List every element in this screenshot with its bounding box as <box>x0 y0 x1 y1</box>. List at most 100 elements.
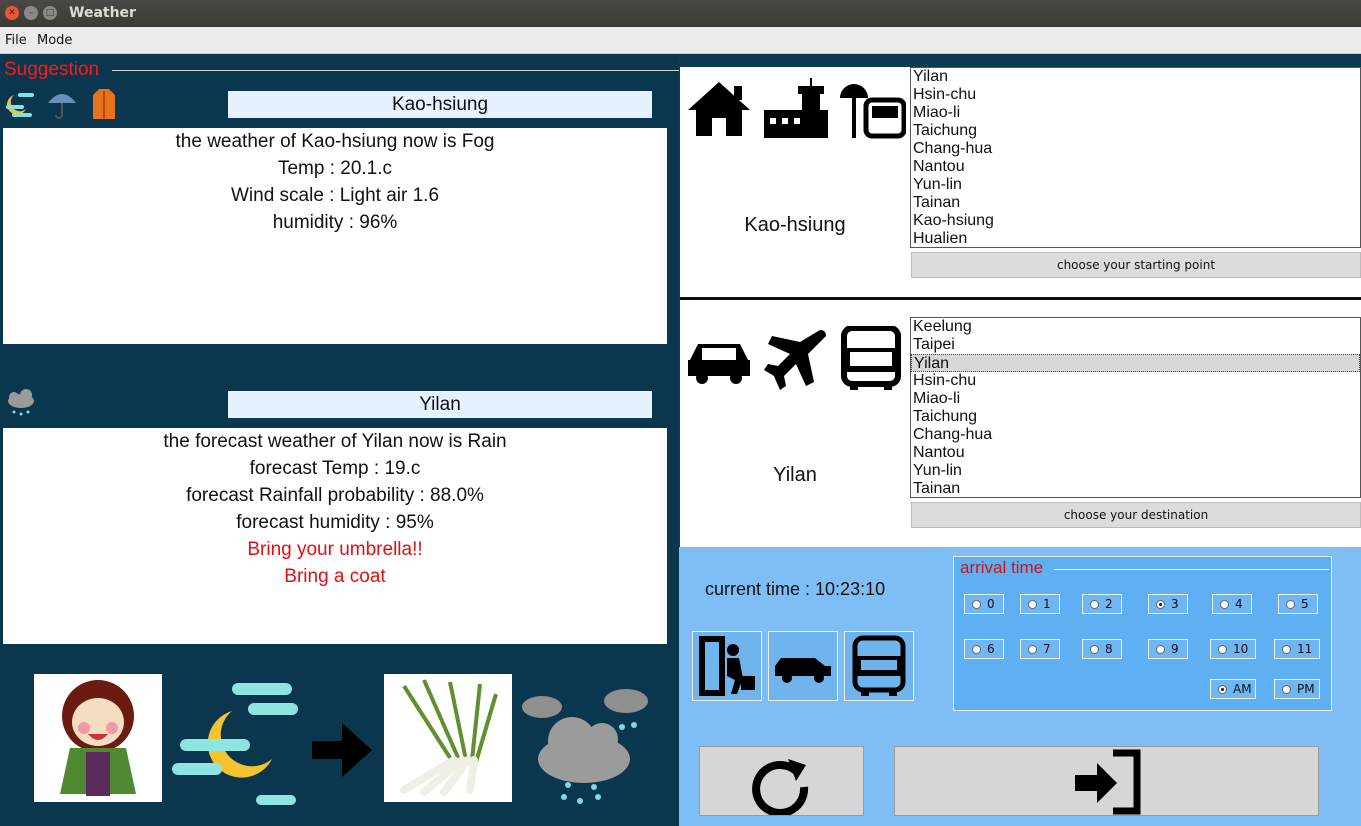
radio-dot-checked <box>1156 600 1165 609</box>
car-icon <box>775 658 831 683</box>
character-picture <box>34 674 162 802</box>
advice-umbrella: Bring your umbrella!! <box>247 539 423 560</box>
hour-radio-6[interactable]: 6 <box>964 639 1004 659</box>
rain-cloud-icon <box>8 389 34 416</box>
weather-line: the weather of Kao-hsiung now is Fog <box>175 131 495 152</box>
scallion-picture <box>384 674 512 802</box>
list-item[interactable]: Tainan <box>911 480 1360 498</box>
list-item[interactable]: Chang-hua <box>911 140 1360 158</box>
radio-dot <box>1028 600 1037 609</box>
radio-label: 9 <box>1171 642 1179 656</box>
current-city-header: Kao-hsiung <box>228 91 652 118</box>
list-item[interactable]: Taichung <box>911 408 1360 426</box>
radio-label: 8 <box>1105 642 1113 656</box>
umbrella-icon <box>48 94 76 119</box>
start-city-label: Kao-hsiung <box>744 214 846 236</box>
car-mode-button[interactable] <box>768 631 838 701</box>
forecast-city-header: Yilan <box>228 391 652 418</box>
list-item[interactable]: Miao-li <box>911 390 1360 408</box>
list-item[interactable]: Yilan <box>911 68 1360 86</box>
car-icon <box>688 344 750 384</box>
list-item[interactable]: Yun-lin <box>911 176 1360 194</box>
radio-dot <box>972 600 981 609</box>
menu-mode[interactable]: Mode <box>37 33 72 48</box>
forecast-line: forecast Rainfall probability : 88.0% <box>186 485 484 506</box>
list-item[interactable]: Hualien <box>911 230 1360 248</box>
radio-label: AM <box>1233 682 1252 696</box>
minimize-window-button[interactable]: – <box>24 6 38 20</box>
rain-cloud-picture <box>522 689 648 804</box>
hour-radio-8[interactable]: 8 <box>1082 639 1122 659</box>
list-item[interactable]: Kao-hsiung <box>911 212 1360 230</box>
list-item[interactable]: Hsin-chu <box>911 86 1360 104</box>
submit-button[interactable] <box>894 746 1319 816</box>
destination-city-list[interactable]: Keelung Taipei Yilan Hsin-chu Miao-li Ta… <box>910 317 1361 498</box>
divider <box>112 70 679 71</box>
hour-radio-2[interactable]: 2 <box>1082 594 1122 614</box>
hour-radio-5[interactable]: 5 <box>1278 594 1318 614</box>
list-item-selected[interactable]: Yilan <box>911 354 1360 372</box>
suggestion-label: Suggestion <box>4 59 100 80</box>
arrow-right-icon <box>312 723 372 777</box>
hour-radio-3[interactable]: 3 <box>1148 594 1188 614</box>
menu-file[interactable]: File <box>5 33 27 48</box>
am-radio[interactable]: AM <box>1210 679 1256 699</box>
night-fog-icon <box>6 93 34 117</box>
choose-start-button[interactable]: choose your starting point <box>911 252 1361 278</box>
radio-label: 1 <box>1043 597 1051 611</box>
start-city-list[interactable]: Yilan Hsin-chu Miao-li Taichung Chang-hu… <box>910 67 1361 248</box>
radio-dot <box>1282 685 1291 694</box>
radio-dot <box>1286 600 1295 609</box>
divider <box>1054 569 1329 570</box>
hour-radio-1[interactable]: 1 <box>1020 594 1060 614</box>
airport-icon <box>764 78 828 138</box>
hour-radio-11[interactable]: 11 <box>1274 639 1320 659</box>
list-item[interactable]: Taichung <box>911 122 1360 140</box>
hour-radio-9[interactable]: 9 <box>1148 639 1188 659</box>
bus-mode-button[interactable] <box>844 631 914 701</box>
close-window-button[interactable]: ✕ <box>5 6 19 20</box>
radio-label: 0 <box>987 597 995 611</box>
list-item[interactable]: Taipei <box>911 336 1360 354</box>
walk-mode-button[interactable] <box>692 631 762 701</box>
radio-label: 2 <box>1105 597 1113 611</box>
arrival-time-title: arrival time <box>960 558 1044 577</box>
hour-radio-4[interactable]: 4 <box>1212 594 1252 614</box>
destination-city-label: Yilan <box>773 464 817 486</box>
suggestion-panel: Suggestion Kao-hsiung the weather of Kao… <box>0 55 679 826</box>
current-time: current time : 10:23:10 <box>705 579 886 599</box>
radio-label: 6 <box>987 642 995 656</box>
list-item[interactable]: Hsin-chu <box>911 372 1360 390</box>
radio-dot <box>1090 600 1099 609</box>
list-item[interactable]: Tainan <box>911 194 1360 212</box>
list-item[interactable]: Nantou <box>911 444 1360 462</box>
forecast-line: forecast Temp : 19.c <box>249 458 421 479</box>
choose-destination-button[interactable]: choose your destination <box>911 502 1361 528</box>
bus-icon <box>841 326 901 390</box>
list-item[interactable]: Keelung <box>911 318 1360 336</box>
walk-exit-icon <box>699 636 755 696</box>
radio-label: 11 <box>1297 642 1313 656</box>
radio-label: 7 <box>1043 642 1051 656</box>
hour-radio-7[interactable]: 7 <box>1020 639 1060 659</box>
window-title: Weather <box>69 5 136 21</box>
hour-radio-0[interactable]: 0 <box>964 594 1004 614</box>
window-titlebar: ✕ – □ Weather <box>0 0 1361 27</box>
radio-label: 3 <box>1171 597 1179 611</box>
advice-coat: Bring a coat <box>284 566 386 587</box>
bus-icon <box>852 635 906 696</box>
refresh-button[interactable] <box>699 746 864 817</box>
bus-stop-icon <box>840 84 906 139</box>
maximize-window-button[interactable]: □ <box>43 6 57 20</box>
pm-radio[interactable]: PM <box>1274 679 1320 699</box>
list-item[interactable]: Miao-li <box>911 104 1360 122</box>
list-item[interactable]: Nantou <box>911 158 1360 176</box>
list-item[interactable]: Yun-lin <box>911 462 1360 480</box>
list-item[interactable]: Chang-hua <box>911 426 1360 444</box>
radio-dot <box>1028 645 1037 654</box>
enter-icon <box>1075 749 1141 815</box>
forecast-weather-box: the forecast weather of Yilan now is Rai… <box>3 428 667 644</box>
weather-line: Temp : 20.1.c <box>277 158 393 179</box>
hour-radio-10[interactable]: 10 <box>1210 639 1256 659</box>
refresh-icon <box>752 759 809 817</box>
